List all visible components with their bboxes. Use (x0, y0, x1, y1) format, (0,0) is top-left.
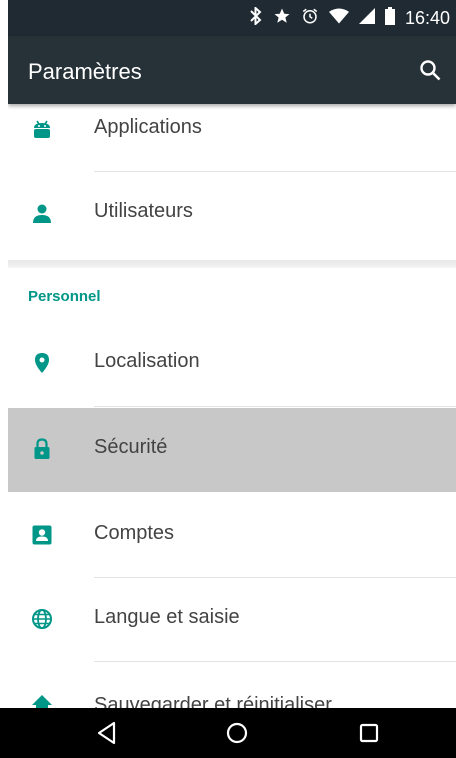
app-toolbar: Paramètres (8, 36, 456, 104)
status-time: 16:40 (404, 7, 450, 28)
settings-item-label: Localisation (94, 350, 200, 372)
back-icon[interactable] (94, 720, 120, 746)
person-icon (31, 202, 53, 224)
wifi-icon (328, 8, 349, 29)
section-header-personnel: Personnel (28, 288, 101, 305)
lock-icon (31, 438, 53, 460)
settings-item-label: Applications (94, 116, 202, 138)
settings-item-language[interactable]: Langue et saisie (8, 578, 456, 662)
settings-item-users[interactable]: Utilisateurs (8, 172, 456, 256)
settings-item-label: Comptes (94, 522, 175, 544)
settings-item-location[interactable]: Localisation (8, 322, 456, 406)
settings-item-label: Langue et saisie (94, 606, 240, 628)
signal-icon (358, 7, 375, 29)
page-title: Paramètres (28, 59, 142, 84)
recents-icon[interactable] (356, 720, 382, 746)
home-icon[interactable] (224, 720, 250, 746)
section-separator (8, 260, 456, 268)
alarm-icon (301, 7, 319, 30)
settings-item-security[interactable]: Sécurité (8, 408, 456, 492)
settings-item-label: Sécurité (94, 436, 168, 458)
search-icon[interactable] (418, 58, 442, 82)
status-bar: 16:40 (8, 0, 456, 36)
account-box-icon (31, 524, 53, 546)
android-icon (31, 118, 53, 140)
settings-screen: 16:40 Paramètres Applications Utilisateu… (8, 0, 456, 758)
star-icon (273, 7, 291, 30)
bluetooth-icon (249, 5, 263, 30)
settings-item-accounts[interactable]: Comptes (8, 494, 456, 578)
battery-icon (384, 6, 395, 30)
navigation-bar (0, 708, 456, 758)
location-icon (31, 352, 53, 374)
globe-icon (31, 608, 53, 630)
divider (94, 406, 456, 407)
settings-item-label: Utilisateurs (94, 200, 193, 222)
